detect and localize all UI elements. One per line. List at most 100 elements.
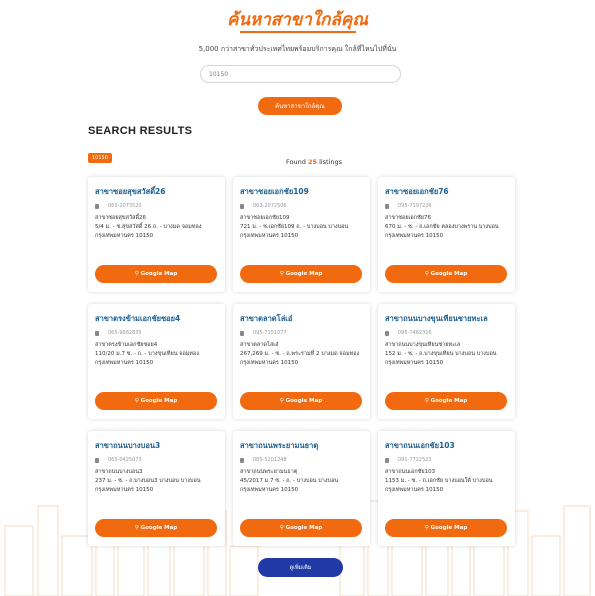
google-map-button[interactable]: ⚲ Google Map bbox=[240, 392, 362, 410]
branch-phone: 065-0425073 bbox=[108, 457, 142, 463]
filter-tag[interactable]: 10150 bbox=[88, 153, 112, 163]
phone-row: 095-7462316 bbox=[385, 330, 432, 336]
phone-row: 065-9682835 bbox=[95, 330, 142, 336]
map-pin-icon: ⚲ bbox=[279, 525, 284, 531]
branch-name: สาขาซอยเอกชัย109 bbox=[240, 215, 290, 221]
google-map-button[interactable]: ⚲ Google Map bbox=[385, 265, 507, 283]
google-map-button[interactable]: ⚲ Google Map bbox=[95, 265, 217, 283]
search-button[interactable]: ค้นหาสาขาใกล้คุณ bbox=[258, 97, 342, 115]
map-button-label: Google Map bbox=[430, 398, 468, 404]
branch-title[interactable]: สาขาถนนเอกชัย103 bbox=[385, 440, 455, 452]
branch-title[interactable]: สาขาตรงข้ามเอกชัยซอย4 bbox=[95, 313, 180, 325]
branch-address: 45/2017 ม.7 ซ. - ถ. - บางบอน บางบอน กรุง… bbox=[240, 478, 339, 493]
branch-name: สาขาถนนพระยามนธาตุ bbox=[240, 469, 298, 475]
branch-address: 267,269 ม. - ซ. - ถ.พระรามที่ 2 บางมด จอ… bbox=[240, 351, 360, 366]
page-subtitle: 5,000 กว่าสาขาทั่วประเทศไทยพร้อมบริการคุ… bbox=[198, 45, 397, 53]
phone-icon bbox=[240, 457, 244, 463]
branch-title[interactable]: สาขาถนนบางขุนเทียนชายทะเล bbox=[385, 313, 488, 325]
google-map-button[interactable]: ⚲ Google Map bbox=[95, 392, 217, 410]
phone-row: 063-2073520 bbox=[95, 203, 142, 209]
branch-name: สาขาถนนบางบอน3 bbox=[95, 469, 143, 475]
branch-phone: 065-9682835 bbox=[108, 330, 142, 336]
google-map-button[interactable]: ⚲ Google Map bbox=[95, 519, 217, 537]
branch-title[interactable]: สาขาซอยเอกชัย109 bbox=[240, 186, 309, 198]
phone-icon bbox=[240, 203, 244, 209]
branch-address: 721 ม. - ซ.เอกชัย109 ถ. - บางบอน บางบอน … bbox=[240, 224, 349, 239]
map-pin-icon: ⚲ bbox=[424, 398, 429, 404]
phone-row: 063-2072506 bbox=[240, 203, 287, 209]
search-input[interactable] bbox=[200, 65, 401, 83]
map-button-label: Google Map bbox=[430, 271, 468, 277]
map-button-label: Google Map bbox=[140, 525, 178, 531]
phone-icon bbox=[95, 203, 99, 209]
branch-address: 670 ม. - ซ. - ถ.เอกชัย คลองบางพราน บางบอ… bbox=[385, 224, 499, 239]
branch-name: สาขาตลาดโล่เอ๋ bbox=[240, 342, 279, 348]
google-map-button[interactable]: ⚲ Google Map bbox=[385, 392, 507, 410]
branch-name: สาขาตรงข้ามเอกชัยซอย4 bbox=[95, 342, 158, 348]
branch-address: 5/4 ม. - ซ.สุขสวัสดิ์ 26 ถ. - บางมด จอมท… bbox=[95, 224, 202, 239]
branch-title[interactable]: สาขาถนนบางบอน3 bbox=[95, 440, 160, 452]
found-count: 25 bbox=[307, 158, 317, 166]
branch-card: สาขาตลาดโล่เอ๋ 095-7151077 สาขาตลาดโล่เอ… bbox=[233, 304, 370, 419]
branch-card: สาขาถนนบางขุนเทียนชายทะเล 095-7462316 สา… bbox=[378, 304, 515, 419]
map-button-label: Google Map bbox=[430, 525, 468, 531]
branch-phone: 063-2072506 bbox=[253, 203, 287, 209]
branch-name: สาขาซอยเอกชัย76 bbox=[385, 215, 432, 221]
map-button-label: Google Map bbox=[140, 271, 178, 277]
branch-name: สาขาซอยสุขสวัสดิ์26 bbox=[95, 215, 147, 221]
branch-card: สาขาซอยเอกชัย76 095-7197226 สาขาซอยเอกชั… bbox=[378, 177, 515, 292]
map-button-label: Google Map bbox=[285, 398, 323, 404]
branch-phone: 095-7197226 bbox=[398, 203, 432, 209]
phone-icon bbox=[385, 330, 389, 336]
branch-title[interactable]: สาขาซอยสุขสวัสดิ์26 bbox=[95, 186, 166, 198]
results-heading: SEARCH RESULTS bbox=[88, 125, 193, 137]
branch-phone: 095-7462316 bbox=[398, 330, 432, 336]
results-count: Found 25 listings bbox=[286, 158, 342, 166]
map-button-label: Google Map bbox=[285, 525, 323, 531]
google-map-button[interactable]: ⚲ Google Map bbox=[240, 265, 362, 283]
phone-icon bbox=[385, 203, 389, 209]
branch-card: สาขาถนนเอกชัย103 091-7722523 สาขาถนนเอกช… bbox=[378, 431, 515, 546]
google-map-button[interactable]: ⚲ Google Map bbox=[240, 519, 362, 537]
branch-card: สาขาตรงข้ามเอกชัยซอย4 065-9682835 สาขาตร… bbox=[88, 304, 225, 419]
map-pin-icon: ⚲ bbox=[134, 525, 139, 531]
phone-row: 091-7722523 bbox=[385, 457, 432, 463]
branch-card: สาขาซอยเอกชัย109 063-2072506 สาขาซอยเอกช… bbox=[233, 177, 370, 292]
branch-phone: 091-7722523 bbox=[398, 457, 432, 463]
branch-address: 237 ม. - ซ. - ถ.บางบอน3 บางบอน บางบอน กร… bbox=[95, 478, 201, 493]
found-suffix: listings bbox=[319, 158, 343, 166]
phone-row: 085-5201248 bbox=[240, 457, 287, 463]
map-pin-icon: ⚲ bbox=[424, 525, 429, 531]
branch-title[interactable]: สาขาตลาดโล่เอ๋ bbox=[240, 313, 292, 325]
branch-card: สาขาถนนพระยามนธาตุ 085-5201248 สาขาถนนพร… bbox=[233, 431, 370, 546]
branch-card: สาขาซอยสุขสวัสดิ์26 063-2073520 สาขาซอยส… bbox=[88, 177, 225, 292]
branch-address: 1153 ม. - ซ. - ถ.เอกชัย บางบอนใต้ บางบอน… bbox=[385, 478, 493, 493]
phone-icon bbox=[95, 457, 99, 463]
map-pin-icon: ⚲ bbox=[134, 398, 139, 404]
map-pin-icon: ⚲ bbox=[134, 271, 139, 277]
branch-phone: 095-7151077 bbox=[253, 330, 287, 336]
branch-phone: 085-5201248 bbox=[253, 457, 287, 463]
title-underline bbox=[240, 31, 356, 33]
google-map-button[interactable]: ⚲ Google Map bbox=[385, 519, 507, 537]
map-pin-icon: ⚲ bbox=[279, 398, 284, 404]
phone-row: 065-0425073 bbox=[95, 457, 142, 463]
map-pin-icon: ⚲ bbox=[279, 271, 284, 277]
phone-icon bbox=[240, 330, 244, 336]
branch-phone: 063-2073520 bbox=[108, 203, 142, 209]
branch-card: สาขาถนนบางบอน3 065-0425073 สาขาถนนบางบอน… bbox=[88, 431, 225, 546]
branch-address: 152 ม. - ซ. - ถ.บางขุนเทียน บางบอน บางบอ… bbox=[385, 351, 497, 366]
phone-icon bbox=[385, 457, 389, 463]
phone-icon bbox=[95, 330, 99, 336]
map-pin-icon: ⚲ bbox=[424, 271, 429, 277]
branch-address: 110/20 ม.7 ซ. - ถ. - บางขุนเทียน จอมทอง … bbox=[95, 351, 200, 366]
branch-title[interactable]: สาขาซอยเอกชัย76 bbox=[385, 186, 449, 198]
load-more-button[interactable]: ดูเพิ่มเติม bbox=[258, 558, 343, 577]
branch-title[interactable]: สาขาถนนพระยามนธาตุ bbox=[240, 440, 318, 452]
map-button-label: Google Map bbox=[140, 398, 178, 404]
map-button-label: Google Map bbox=[285, 271, 323, 277]
found-prefix: Found bbox=[286, 158, 306, 166]
phone-row: 095-7151077 bbox=[240, 330, 287, 336]
branch-name: สาขาถนนเอกชัย103 bbox=[385, 469, 436, 475]
phone-row: 095-7197226 bbox=[385, 203, 432, 209]
